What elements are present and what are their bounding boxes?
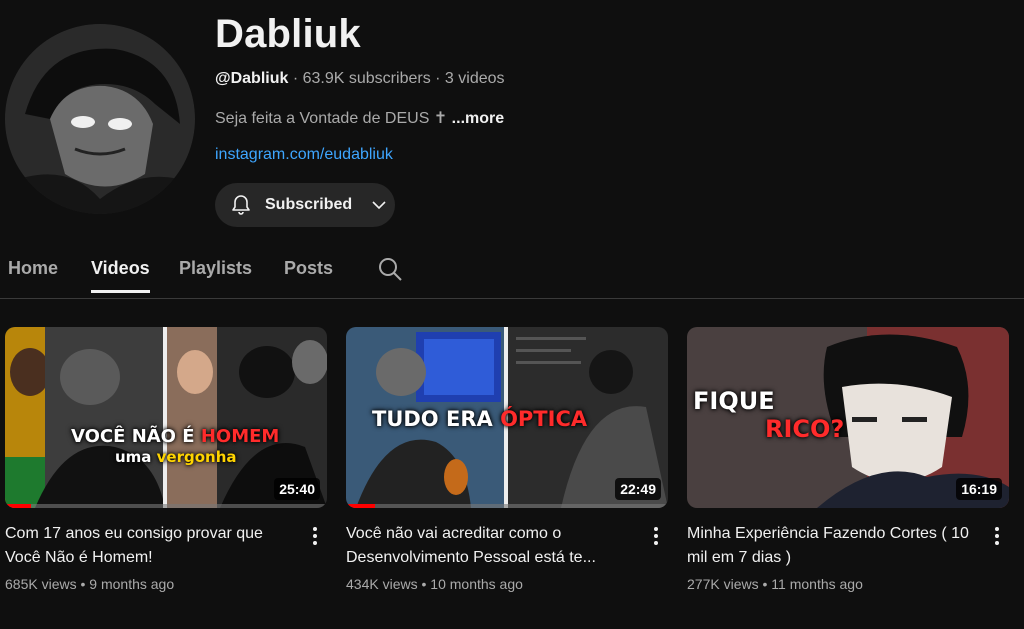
video-title[interactable]: Minha Experiência Fazendo Cortes ( 10 mi… — [687, 522, 977, 570]
video-title[interactable]: Você não vai acreditar como o Desenvolvi… — [346, 522, 636, 570]
tab-home[interactable]: Home — [8, 258, 58, 293]
video-card: FIQUE RICO? 16:19 Minha Experiência Faze… — [687, 327, 1009, 592]
tab-playlists[interactable]: Playlists — [179, 258, 252, 293]
channel-handle: @Dabliuk — [215, 70, 289, 87]
upload-age: 11 months ago — [771, 576, 863, 592]
video-meta: 434K views • 10 months ago — [346, 576, 523, 592]
description-text: Seja feita a Vontade de DEUS ✝ — [215, 110, 448, 127]
watch-progress-track — [346, 504, 668, 508]
more-actions-icon[interactable] — [985, 524, 1009, 548]
thumbnail-subline: uma vergonha — [115, 448, 237, 466]
tab-videos[interactable]: Videos — [91, 258, 150, 293]
bell-icon — [229, 193, 253, 217]
avatar-art — [5, 24, 195, 214]
view-count: 434K views — [346, 576, 418, 592]
video-title[interactable]: Com 17 anos eu consigo provar que Você N… — [5, 522, 295, 570]
chevron-down-icon — [370, 196, 388, 214]
view-count: 685K views — [5, 576, 77, 592]
upload-age: 9 months ago — [89, 576, 175, 592]
subscriber-count: 63.9K subscribers — [302, 70, 431, 87]
watch-progress-bar — [5, 504, 31, 508]
channel-meta: @Dabliuk · 63.9K subscribers · 3 videos — [215, 70, 505, 88]
thumbnail-text: FIQUE — [693, 387, 775, 415]
video-count: 3 videos — [444, 70, 505, 87]
thumbnail-text: uma — [115, 448, 157, 466]
more-button[interactable]: ...more — [452, 110, 504, 127]
thumbnail-text-highlight: RICO? — [765, 415, 845, 443]
video-thumbnail[interactable]: FIQUE RICO? 16:19 — [687, 327, 1009, 508]
thumbnail-text: VOCÊ NÃO É — [71, 426, 201, 447]
video-duration: 25:40 — [274, 478, 320, 500]
more-actions-icon[interactable] — [644, 524, 668, 548]
channel-description: Seja feita a Vontade de DEUS ✝ ...more — [215, 108, 504, 128]
thumbnail-text-highlight: vergonha — [156, 448, 237, 466]
upload-age: 10 months ago — [430, 576, 523, 592]
channel-name: Dabliuk — [215, 12, 361, 56]
tab-posts[interactable]: Posts — [284, 258, 333, 293]
channel-link[interactable]: instagram.com/eudabliuk — [215, 146, 393, 164]
watch-progress-track — [5, 504, 327, 508]
more-actions-icon[interactable] — [303, 524, 327, 548]
thumbnail-text-highlight: ÓPTICA — [500, 407, 588, 431]
thumbnail-text-highlight: HOMEM — [200, 426, 280, 447]
thumbnail-text: TUDO ERA — [372, 407, 501, 431]
subscribed-button[interactable]: Subscribed — [215, 183, 395, 227]
video-meta: 685K views • 9 months ago — [5, 576, 175, 592]
subscribed-label: Subscribed — [265, 196, 353, 213]
video-thumbnail[interactable]: VOCÊ NÃO É HOMEM uma vergonha 25:40 — [5, 327, 327, 508]
video-card: VOCÊ NÃO É HOMEM uma vergonha 25:40 Com … — [5, 327, 327, 592]
watch-progress-bar — [346, 504, 375, 508]
video-duration: 16:19 — [956, 478, 1002, 500]
video-meta: 277K views • 11 months ago — [687, 576, 863, 592]
view-count: 277K views — [687, 576, 759, 592]
thumbnail-headline: VOCÊ NÃO É HOMEM — [71, 426, 279, 447]
video-thumbnail[interactable]: TUDO ERA ÓPTICA 22:49 — [346, 327, 668, 508]
thumbnail-headline: FIQUE RICO? — [693, 387, 844, 443]
channel-avatar — [5, 24, 195, 214]
video-duration: 22:49 — [615, 478, 661, 500]
video-card: TUDO ERA ÓPTICA 22:49 Você não vai acred… — [346, 327, 668, 592]
thumbnail-headline: TUDO ERA ÓPTICA — [372, 407, 587, 431]
search-icon[interactable] — [377, 256, 403, 282]
meta-separator: · — [292, 70, 299, 87]
meta-separator: · — [435, 70, 441, 87]
channel-tabs: Home Videos Playlists Posts — [0, 248, 1024, 299]
